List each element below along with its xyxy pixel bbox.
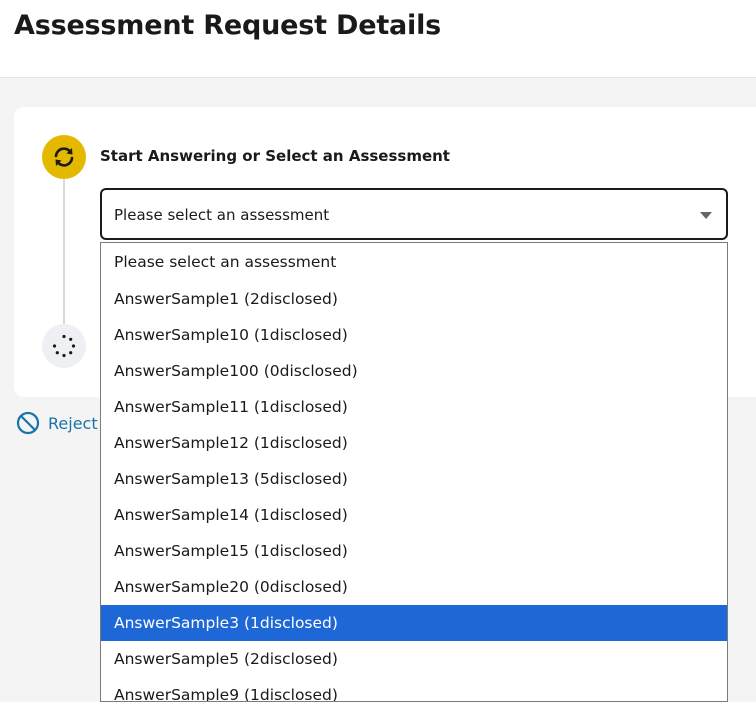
sync-icon: [54, 147, 74, 167]
dropdown-option[interactable]: AnswerSample12 (1disclosed): [101, 425, 727, 461]
dropdown-option-selected[interactable]: AnswerSample3 (1disclosed): [101, 605, 727, 641]
prohibited-icon: [16, 411, 40, 435]
step-connector: [63, 175, 65, 325]
dropdown-option[interactable]: AnswerSample14 (1disclosed): [101, 497, 727, 533]
select-value: Please select an assessment: [114, 206, 330, 224]
dropdown-option[interactable]: AnswerSample15 (1disclosed): [101, 533, 727, 569]
step1-title: Start Answering or Select an Assessment: [100, 147, 450, 165]
dropdown-option[interactable]: Please select an assessment: [101, 243, 727, 281]
dropdown-option[interactable]: AnswerSample13 (5disclosed): [101, 461, 727, 497]
chevron-down-icon: [700, 212, 712, 219]
step1-indicator: [42, 135, 86, 179]
loading-spinner-icon: [52, 334, 76, 358]
dropdown-option[interactable]: AnswerSample20 (0disclosed): [101, 569, 727, 605]
dropdown-option[interactable]: AnswerSample100 (0disclosed): [101, 353, 727, 389]
page-title: Assessment Request Details: [14, 10, 442, 41]
assessment-select[interactable]: Please select an assessment: [100, 188, 728, 240]
step2-indicator: [42, 324, 86, 368]
dropdown-option[interactable]: AnswerSample11 (1disclosed): [101, 389, 727, 425]
dropdown-option[interactable]: AnswerSample1 (2disclosed): [101, 281, 727, 317]
assessment-dropdown-list[interactable]: Please select an assessment AnswerSample…: [100, 242, 728, 702]
dropdown-option[interactable]: AnswerSample10 (1disclosed): [101, 317, 727, 353]
dropdown-option[interactable]: AnswerSample5 (2disclosed): [101, 641, 727, 677]
page-header: Assessment Request Details: [0, 0, 756, 78]
